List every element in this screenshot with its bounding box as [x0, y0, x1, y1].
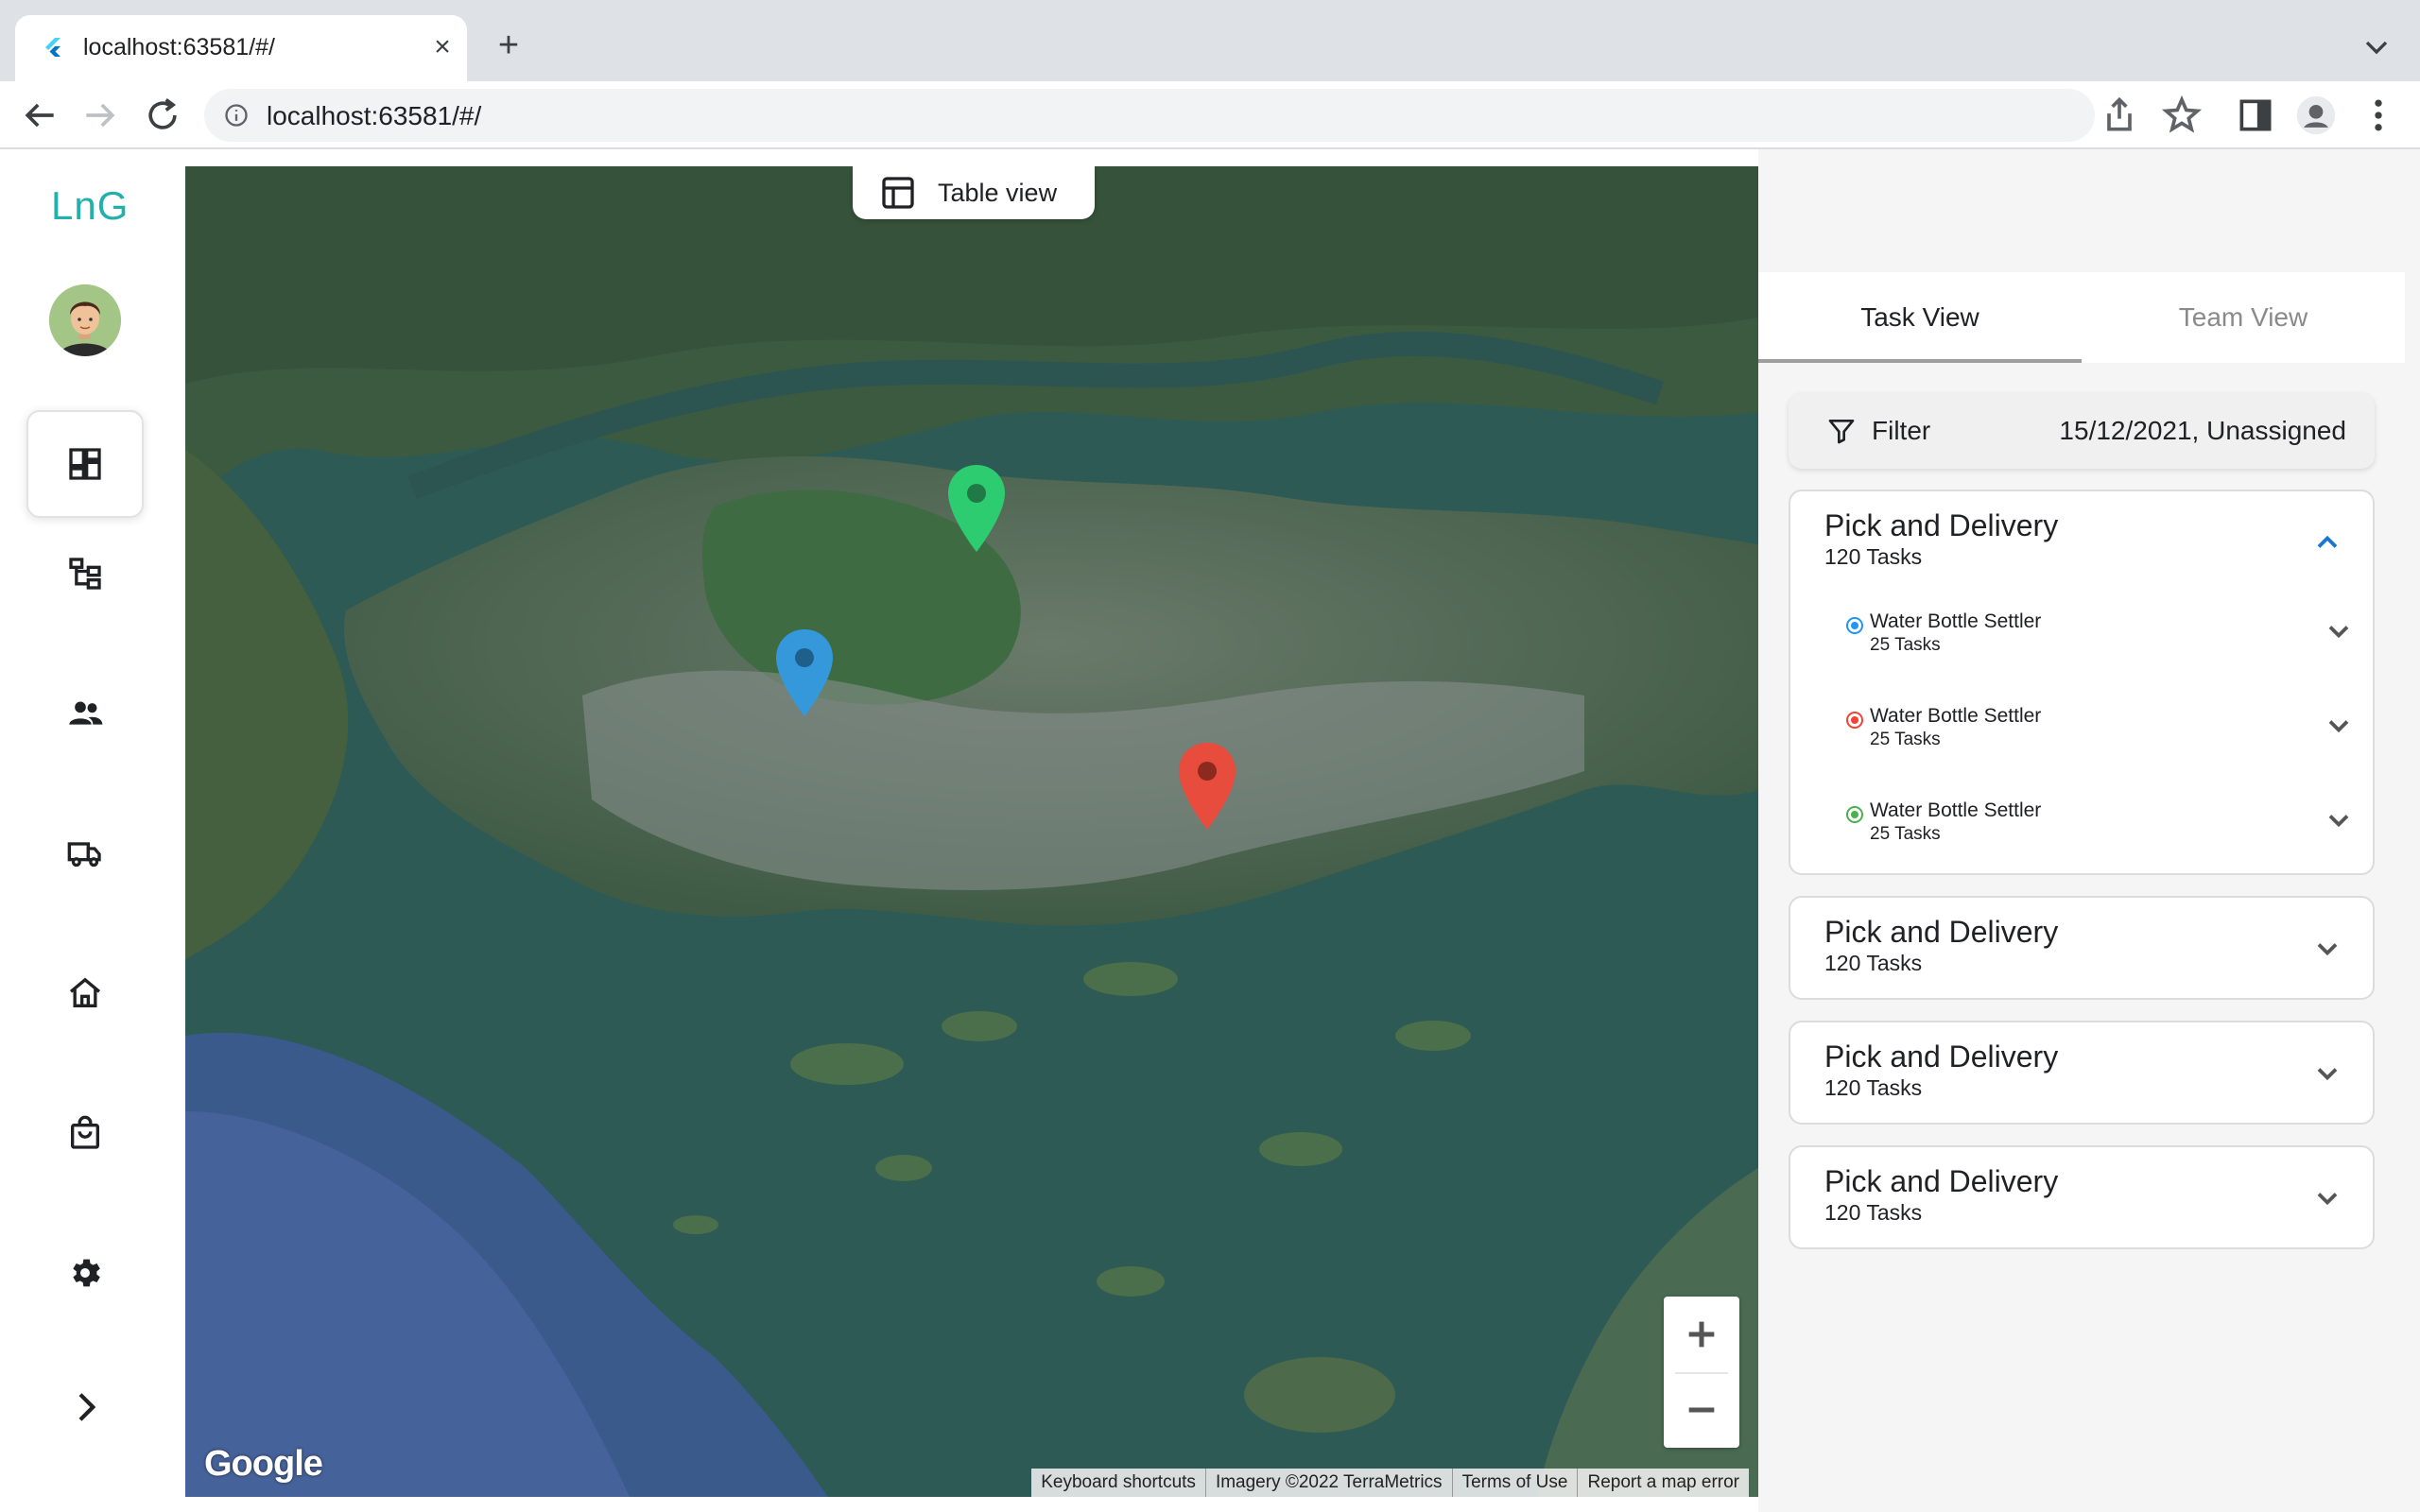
- task-group-card[interactable]: Pick and Delivery 120 Tasks Water Bottle…: [1789, 490, 2375, 875]
- url-text: localhost:63581/#/: [267, 101, 482, 130]
- avatar[interactable]: [49, 284, 121, 356]
- nav-settings[interactable]: [26, 1219, 144, 1327]
- chevron-down-icon[interactable]: [2310, 932, 2344, 966]
- dashboard-icon: [69, 448, 101, 480]
- chevron-down-icon[interactable]: [2310, 1057, 2344, 1091]
- zoom-out-button[interactable]: [1664, 1372, 1739, 1448]
- hierarchy-icon: [69, 558, 101, 590]
- chevron-down-icon[interactable]: [2310, 1181, 2344, 1215]
- group-title: Pick and Delivery: [1824, 508, 2059, 542]
- settings-icon: [73, 1259, 100, 1287]
- bookmark-star-icon[interactable]: [2161, 94, 2203, 136]
- radio-dot-icon: [1846, 617, 1863, 634]
- task-subgroup[interactable]: Water Bottle Settler 25 Tasks: [1845, 792, 2356, 868]
- zoom-in-button[interactable]: [1664, 1297, 1739, 1372]
- nav-hierarchy[interactable]: [26, 520, 144, 627]
- task-subgroup[interactable]: Water Bottle Settler 25 Tasks: [1845, 603, 2356, 679]
- profile-icon[interactable]: [2295, 94, 2337, 136]
- share-icon[interactable]: [2099, 94, 2140, 136]
- nav-home[interactable]: [26, 939, 144, 1047]
- table-icon: [882, 177, 914, 209]
- tab-task-view[interactable]: Task View: [1758, 272, 2082, 363]
- close-tab-icon[interactable]: ×: [424, 28, 461, 66]
- tab-search-chevron-icon[interactable]: [2358, 28, 2395, 66]
- task-panel: Task View Team View Filter 15/12/2021, U…: [1758, 149, 2420, 1512]
- chevron-up-icon[interactable]: [2310, 525, 2344, 559]
- tab-title: localhost:63581/#/: [83, 34, 275, 60]
- map-pin-green[interactable]: [945, 463, 1008, 554]
- imagery-credit: Imagery ©2022 TerraMetrics: [1206, 1469, 1453, 1497]
- expand-icon: [78, 1393, 96, 1421]
- active-tab-indicator: [1758, 359, 2082, 363]
- info-icon[interactable]: [223, 102, 250, 129]
- map-pin-red[interactable]: [1176, 741, 1238, 832]
- reload-icon[interactable]: [142, 94, 183, 136]
- tab-team-view[interactable]: Team View: [2082, 272, 2405, 363]
- view-tabs: Task View Team View: [1758, 272, 2405, 363]
- back-icon[interactable]: [19, 94, 60, 136]
- group-task-count: 120 Tasks: [1824, 1075, 1923, 1100]
- subgroup-task-count: 25 Tasks: [1870, 824, 1941, 844]
- group-task-count: 120 Tasks: [1824, 951, 1923, 975]
- map-attribution: Keyboard shortcuts Imagery ©2022 TerraMe…: [1031, 1469, 1749, 1497]
- filter-icon: [1828, 420, 1855, 444]
- side-panel-icon[interactable]: [2235, 94, 2276, 136]
- report-map-error-link[interactable]: Report a map error: [1578, 1469, 1749, 1497]
- plus-icon: [1688, 1321, 1715, 1348]
- minus-icon: [1688, 1407, 1715, 1413]
- people-icon: [69, 701, 103, 725]
- table-view-label: Table view: [938, 178, 1058, 207]
- chevron-down-icon[interactable]: [2322, 614, 2356, 648]
- app-root: LnG Table view Google Keyboard shortcuts…: [0, 149, 2420, 1512]
- app-logo: LnG: [51, 183, 130, 228]
- google-logo: Google: [204, 1444, 323, 1484]
- terms-of-use-link[interactable]: Terms of Use: [1453, 1469, 1579, 1497]
- new-tab-icon[interactable]: +: [490, 26, 527, 64]
- map-pin-blue[interactable]: [773, 627, 836, 718]
- browser-tab-strip: localhost:63581/#/ × +: [0, 0, 2420, 81]
- browser-toolbar: localhost:63581/#/: [0, 81, 2420, 149]
- subgroup-title: Water Bottle Settler: [1870, 610, 2042, 632]
- task-subgroup[interactable]: Water Bottle Settler 25 Tasks: [1845, 697, 2356, 773]
- group-title: Pick and Delivery: [1824, 1164, 2059, 1198]
- table-view-button[interactable]: Table view: [853, 166, 1095, 219]
- filter-label: Filter: [1872, 416, 1931, 445]
- shopping-bag-icon: [71, 1115, 99, 1149]
- nav-rail: LnG: [0, 149, 170, 1512]
- map[interactable]: Table view Google Keyboard shortcuts Ima…: [185, 166, 1758, 1497]
- browser-tab[interactable]: localhost:63581/#/ ×: [15, 15, 467, 81]
- group-title: Pick and Delivery: [1824, 915, 2059, 949]
- more-menu-icon[interactable]: [2358, 94, 2399, 136]
- keyboard-shortcuts-link[interactable]: Keyboard shortcuts: [1031, 1469, 1206, 1497]
- nav-expand[interactable]: [26, 1353, 144, 1461]
- chevron-down-icon[interactable]: [2322, 709, 2356, 743]
- group-task-count: 120 Tasks: [1824, 1200, 1923, 1225]
- subgroup-title: Water Bottle Settler: [1870, 705, 2042, 727]
- nav-dashboard[interactable]: [26, 410, 144, 518]
- subgroup-task-count: 25 Tasks: [1870, 730, 1941, 749]
- flutter-icon: [45, 38, 60, 57]
- truck-icon: [67, 842, 101, 868]
- task-group-card[interactable]: Pick and Delivery 120 Tasks: [1789, 1021, 2375, 1125]
- radio-dot-icon: [1846, 712, 1863, 729]
- filter-value: 15/12/2021, Unassigned: [2059, 416, 2346, 445]
- forward-icon[interactable]: [79, 94, 121, 136]
- nav-team[interactable]: [26, 660, 144, 767]
- address-bar[interactable]: localhost:63581/#/: [204, 89, 2095, 142]
- subgroup-task-count: 25 Tasks: [1870, 635, 1941, 655]
- satellite-imagery: [185, 166, 1758, 1497]
- task-group-card[interactable]: Pick and Delivery 120 Tasks: [1789, 1145, 2375, 1249]
- radio-dot-icon: [1846, 806, 1863, 823]
- chevron-down-icon[interactable]: [2322, 803, 2356, 837]
- group-title: Pick and Delivery: [1824, 1040, 2059, 1074]
- subgroup-title: Water Bottle Settler: [1870, 799, 2042, 821]
- group-task-count: 120 Tasks: [1824, 544, 1923, 569]
- filter-bar[interactable]: Filter 15/12/2021, Unassigned: [1789, 393, 2375, 469]
- nav-orders[interactable]: [26, 1079, 144, 1187]
- home-icon: [69, 977, 101, 1007]
- task-group-card[interactable]: Pick and Delivery 120 Tasks: [1789, 896, 2375, 1000]
- nav-delivery[interactable]: [26, 799, 144, 907]
- zoom-controls: [1664, 1297, 1739, 1448]
